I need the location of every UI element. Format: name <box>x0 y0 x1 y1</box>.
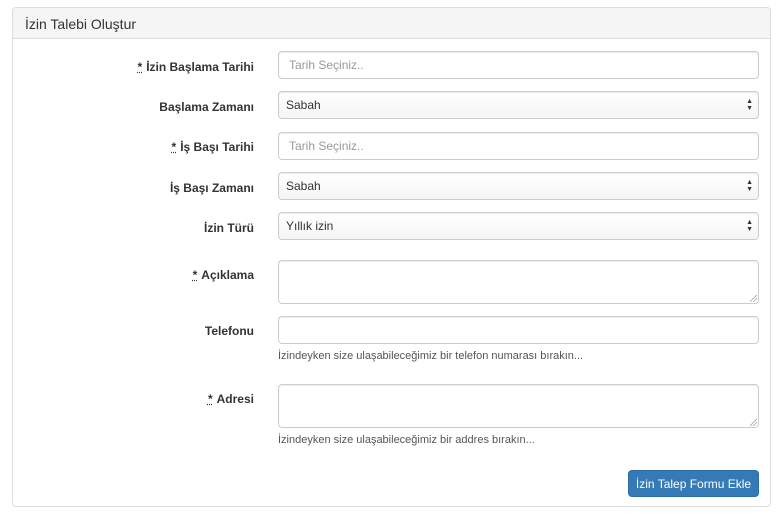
start-date-input[interactable] <box>278 51 759 79</box>
leave-type-select[interactable]: Yıllık izin ▲ ▼ <box>278 212 759 240</box>
return-date-input[interactable] <box>278 132 759 160</box>
submit-leave-request-button[interactable]: İzin Talep Formu Ekle <box>628 470 759 497</box>
description-textarea[interactable] <box>278 260 759 304</box>
resize-grip-icon[interactable] <box>750 295 757 302</box>
address-textarea[interactable] <box>278 384 759 428</box>
required-marker: * <box>171 140 177 154</box>
leave-type-label: İzin Türü <box>204 221 254 235</box>
start-date-label: * İzin Başlama Tarihi <box>137 60 254 74</box>
phone-label: Telefonu <box>204 324 254 338</box>
return-time-label: İş Başı Zamanı <box>169 181 254 195</box>
required-marker: * <box>207 392 213 406</box>
up-down-arrows-icon: ▲ ▼ <box>746 219 753 233</box>
description-label: * Açıklama <box>192 268 254 282</box>
start-time-value: Sabah <box>286 98 321 112</box>
phone-input[interactable] <box>278 316 759 344</box>
leave-request-panel: İzin Talebi Oluştur * İzin Başlama Tarihi… <box>12 7 771 507</box>
return-date-label: * İş Başı Tarihi <box>171 140 254 154</box>
resize-grip-icon[interactable] <box>750 419 757 426</box>
return-time-value: Sabah <box>286 179 321 193</box>
address-label: * Adresi <box>207 392 254 406</box>
panel-title: İzin Talebi Oluştur <box>13 8 770 39</box>
required-marker: * <box>137 60 143 74</box>
required-marker: * <box>192 268 198 282</box>
address-help-text: İzindeyken size ulaşabileceğimiz bir add… <box>278 434 535 446</box>
phone-help-text: İzindeyken size ulaşabileceğimiz bir tel… <box>278 350 584 362</box>
start-time-label: Başlama Zamanı <box>159 100 254 114</box>
return-time-select[interactable]: Sabah ▲ ▼ <box>278 172 759 200</box>
leave-type-value: Yıllık izin <box>286 219 334 233</box>
up-down-arrows-icon: ▲ ▼ <box>746 179 753 193</box>
up-down-arrows-icon: ▲ ▼ <box>746 98 753 112</box>
start-time-select[interactable]: Sabah ▲ ▼ <box>278 91 759 119</box>
